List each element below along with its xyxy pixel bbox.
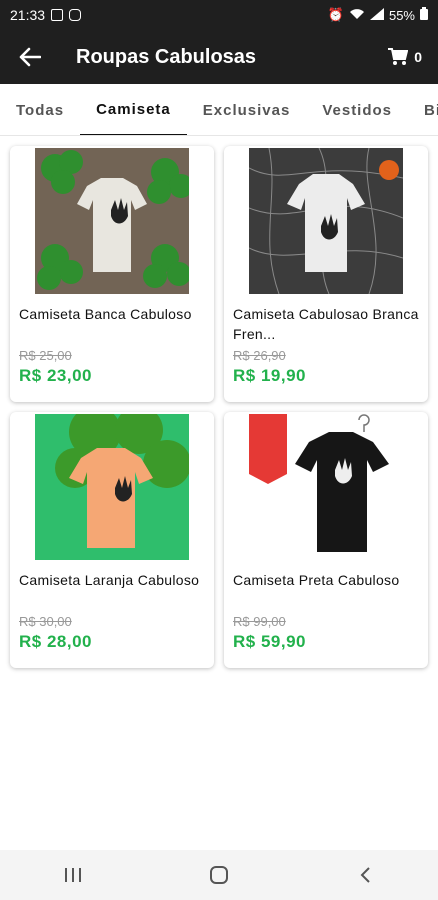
product-old-price: R$ 99,00 (233, 614, 286, 629)
tab-partial[interactable]: Bi (408, 84, 438, 135)
back-nav-button[interactable] (335, 855, 395, 895)
product-image (249, 148, 403, 294)
category-tabs: Todas Camiseta Exclusivas Vestidos Bi (0, 84, 438, 136)
page-title: Roupas Cabulosas (76, 45, 257, 68)
product-price: R$ 28,00 (19, 632, 92, 651)
product-price: R$ 23,00 (19, 366, 92, 385)
system-nav-bar (0, 850, 438, 900)
home-button[interactable] (189, 855, 249, 895)
product-old-price: R$ 26,90 (233, 348, 286, 363)
product-grid: Camiseta Banca Cabuloso R$ 25,00 R$ 23,0… (0, 146, 438, 668)
home-icon (210, 866, 228, 884)
alarm-icon: ⏰ (327, 7, 344, 22)
tab-exclusivas[interactable]: Exclusivas (187, 84, 307, 135)
product-old-price: R$ 25,00 (19, 348, 72, 363)
product-image (35, 148, 189, 294)
tab-camiseta[interactable]: Camiseta (80, 84, 187, 135)
product-old-price: R$ 30,00 (19, 614, 72, 629)
product-name: Camiseta Laranja Cabuloso (19, 572, 200, 588)
product-card[interactable]: Camiseta Cabulosao Branca Fren... R$ 26,… (224, 146, 428, 402)
recents-icon (65, 868, 81, 882)
product-price: R$ 59,90 (233, 632, 306, 651)
back-button[interactable] (0, 30, 60, 84)
cart-count: 0 (414, 49, 422, 65)
image-notification-icon (51, 9, 64, 21)
cart-button[interactable]: 0 (388, 48, 422, 66)
signal-icon (369, 7, 384, 23)
product-name: Camiseta Banca Cabuloso (19, 306, 192, 322)
wifi-icon (349, 8, 365, 23)
arrow-back-icon (19, 47, 41, 67)
product-name: Camiseta Preta Cabuloso (233, 572, 400, 588)
battery-icon (420, 7, 428, 23)
chevron-left-icon (360, 867, 370, 883)
instagram-notification-icon (69, 9, 82, 21)
tab-todas[interactable]: Todas (0, 84, 80, 135)
product-card[interactable]: Camiseta Preta Cabuloso R$ 99,00 R$ 59,9… (224, 412, 428, 668)
product-image (249, 414, 403, 560)
product-price: R$ 19,90 (233, 366, 306, 385)
app-bar: Roupas Cabulosas 0 (0, 30, 438, 84)
battery-level: 55% (388, 7, 415, 23)
product-name: Camiseta Cabulosao Branca Fren... (233, 306, 419, 342)
cart-icon (388, 48, 409, 65)
recents-button[interactable] (43, 855, 103, 895)
tab-vestidos[interactable]: Vestidos (306, 84, 408, 135)
status-bar: 21:33 ⏰ 55% (0, 0, 438, 30)
product-card[interactable]: Camiseta Banca Cabuloso R$ 25,00 R$ 23,0… (10, 146, 214, 402)
product-image (35, 414, 189, 560)
status-time: 21:33 (10, 7, 46, 23)
product-card[interactable]: Camiseta Laranja Cabuloso R$ 30,00 R$ 28… (10, 412, 214, 668)
